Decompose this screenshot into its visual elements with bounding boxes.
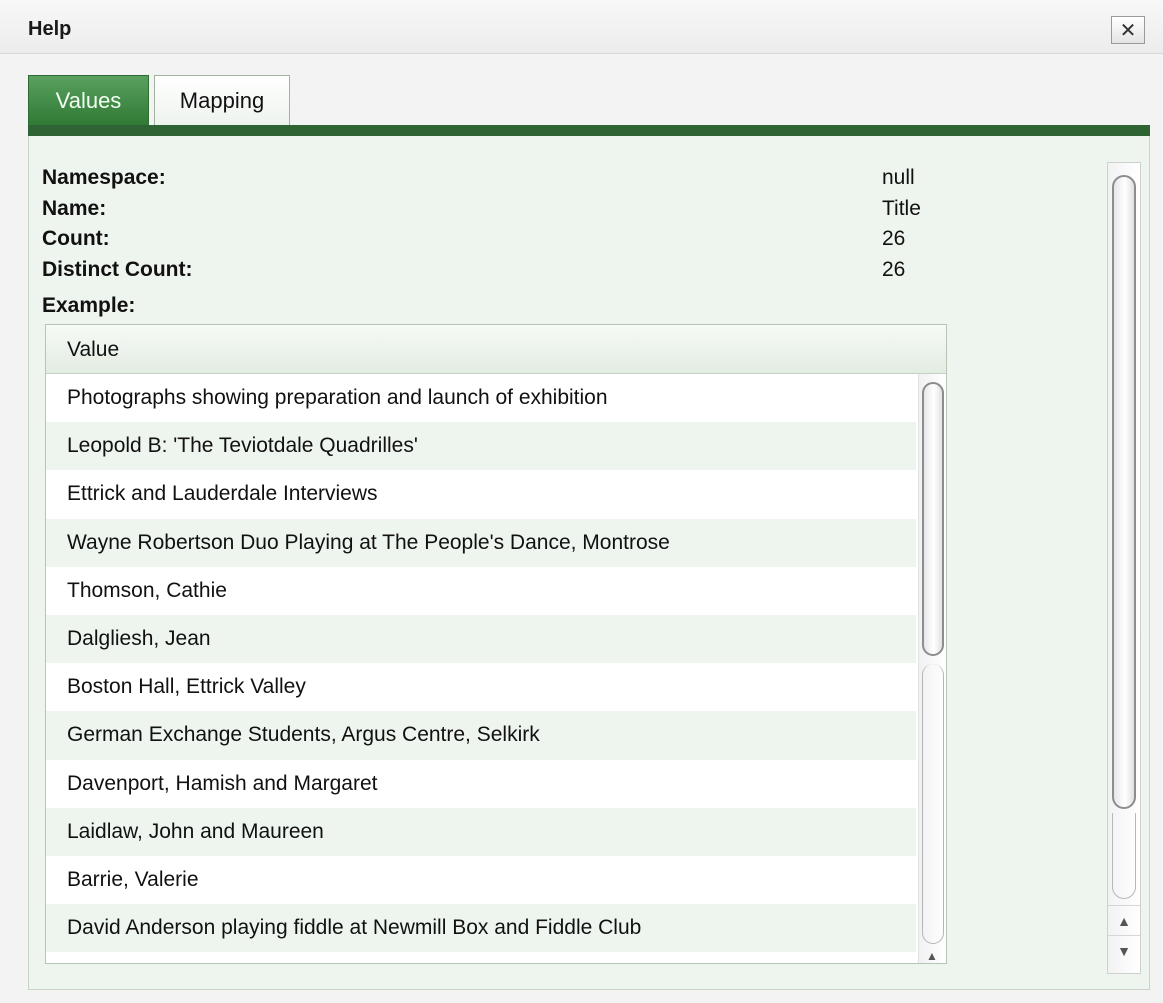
- table-row[interactable]: Wayne Robertson Duo Playing at The Peopl…: [46, 518, 916, 567]
- distinct-count-value: 26: [882, 257, 906, 281]
- name-row: Name: Title: [42, 197, 942, 228]
- panel-scroll-down-icon[interactable]: ▼: [1108, 935, 1140, 965]
- table-row[interactable]: Laidlaw, John and Maureen: [46, 807, 916, 856]
- table-row[interactable]: David Anderson playing fiddle at Newmill…: [46, 904, 916, 953]
- count-value: 26: [882, 227, 906, 250]
- values-panel: Namespace: null Name: Title Count: 26 Di…: [28, 136, 1150, 990]
- table-body: Photographs showing preparation and laun…: [46, 374, 916, 963]
- dialog-title: Help: [28, 18, 72, 40]
- distinct-count-row: Distinct Count: 26: [42, 258, 942, 289]
- metadata-list: Namespace: null Name: Title Count: 26 Di…: [42, 166, 942, 288]
- table-row[interactable]: German Exchange Students, Argus Centre, …: [46, 711, 916, 760]
- tab-mapping[interactable]: Mapping: [154, 75, 290, 125]
- table-row[interactable]: Ettrick and Lauderdale Interviews: [46, 470, 916, 519]
- namespace-value: null: [882, 166, 915, 189]
- example-label: Example:: [42, 294, 136, 317]
- count-row: Count: 26: [42, 227, 942, 258]
- table-row[interactable]: Photographs showing preparation and laun…: [46, 374, 916, 423]
- namespace-label: Namespace:: [42, 166, 166, 189]
- table-scrollbar-thumb[interactable]: [922, 382, 944, 656]
- name-value: Title: [882, 196, 921, 220]
- table-scrollbar-track: [922, 664, 944, 944]
- tab-bar: Values Mapping: [28, 75, 1148, 125]
- help-dialog: Help ✕ Values Mapping Namespace: null Na…: [0, 0, 1163, 1003]
- namespace-row: Namespace: null: [42, 166, 942, 197]
- tab-underline: [28, 125, 1150, 136]
- table-scrollbar[interactable]: ▲: [918, 374, 946, 963]
- panel-scrollbar[interactable]: ▲ ▼: [1107, 162, 1141, 974]
- table-scroll-up-icon[interactable]: ▲: [919, 948, 945, 963]
- panel-scrollbar-thumb[interactable]: [1112, 175, 1136, 809]
- table-row[interactable]: Thomson, Cathie: [46, 566, 916, 615]
- table-row[interactable]: Davenport, Hamish and Margaret: [46, 759, 916, 808]
- values-table: Value Photographs showing preparation an…: [45, 324, 947, 964]
- panel-scroll-up-icon[interactable]: ▲: [1108, 905, 1140, 935]
- close-button[interactable]: ✕: [1111, 16, 1145, 44]
- panel-scrollbar-track: [1112, 813, 1136, 899]
- table-row[interactable]: Boston Hall, Ettrick Valley: [46, 663, 916, 712]
- distinct-count-label: Distinct Count:: [42, 257, 193, 281]
- column-header-label: Value: [67, 338, 120, 361]
- name-label: Name:: [42, 196, 107, 220]
- table-row[interactable]: Leopold B: 'The Teviotdale Quadrilles': [46, 422, 916, 471]
- count-label: Count:: [42, 227, 110, 250]
- close-icon: ✕: [1119, 19, 1137, 42]
- table-row[interactable]: Dalgliesh, Jean: [46, 614, 916, 664]
- column-header-value[interactable]: Value: [46, 325, 946, 374]
- title-bar: Help ✕: [0, 0, 1163, 54]
- table-row[interactable]: Barrie, Valerie: [46, 855, 916, 905]
- tab-values[interactable]: Values: [28, 75, 149, 125]
